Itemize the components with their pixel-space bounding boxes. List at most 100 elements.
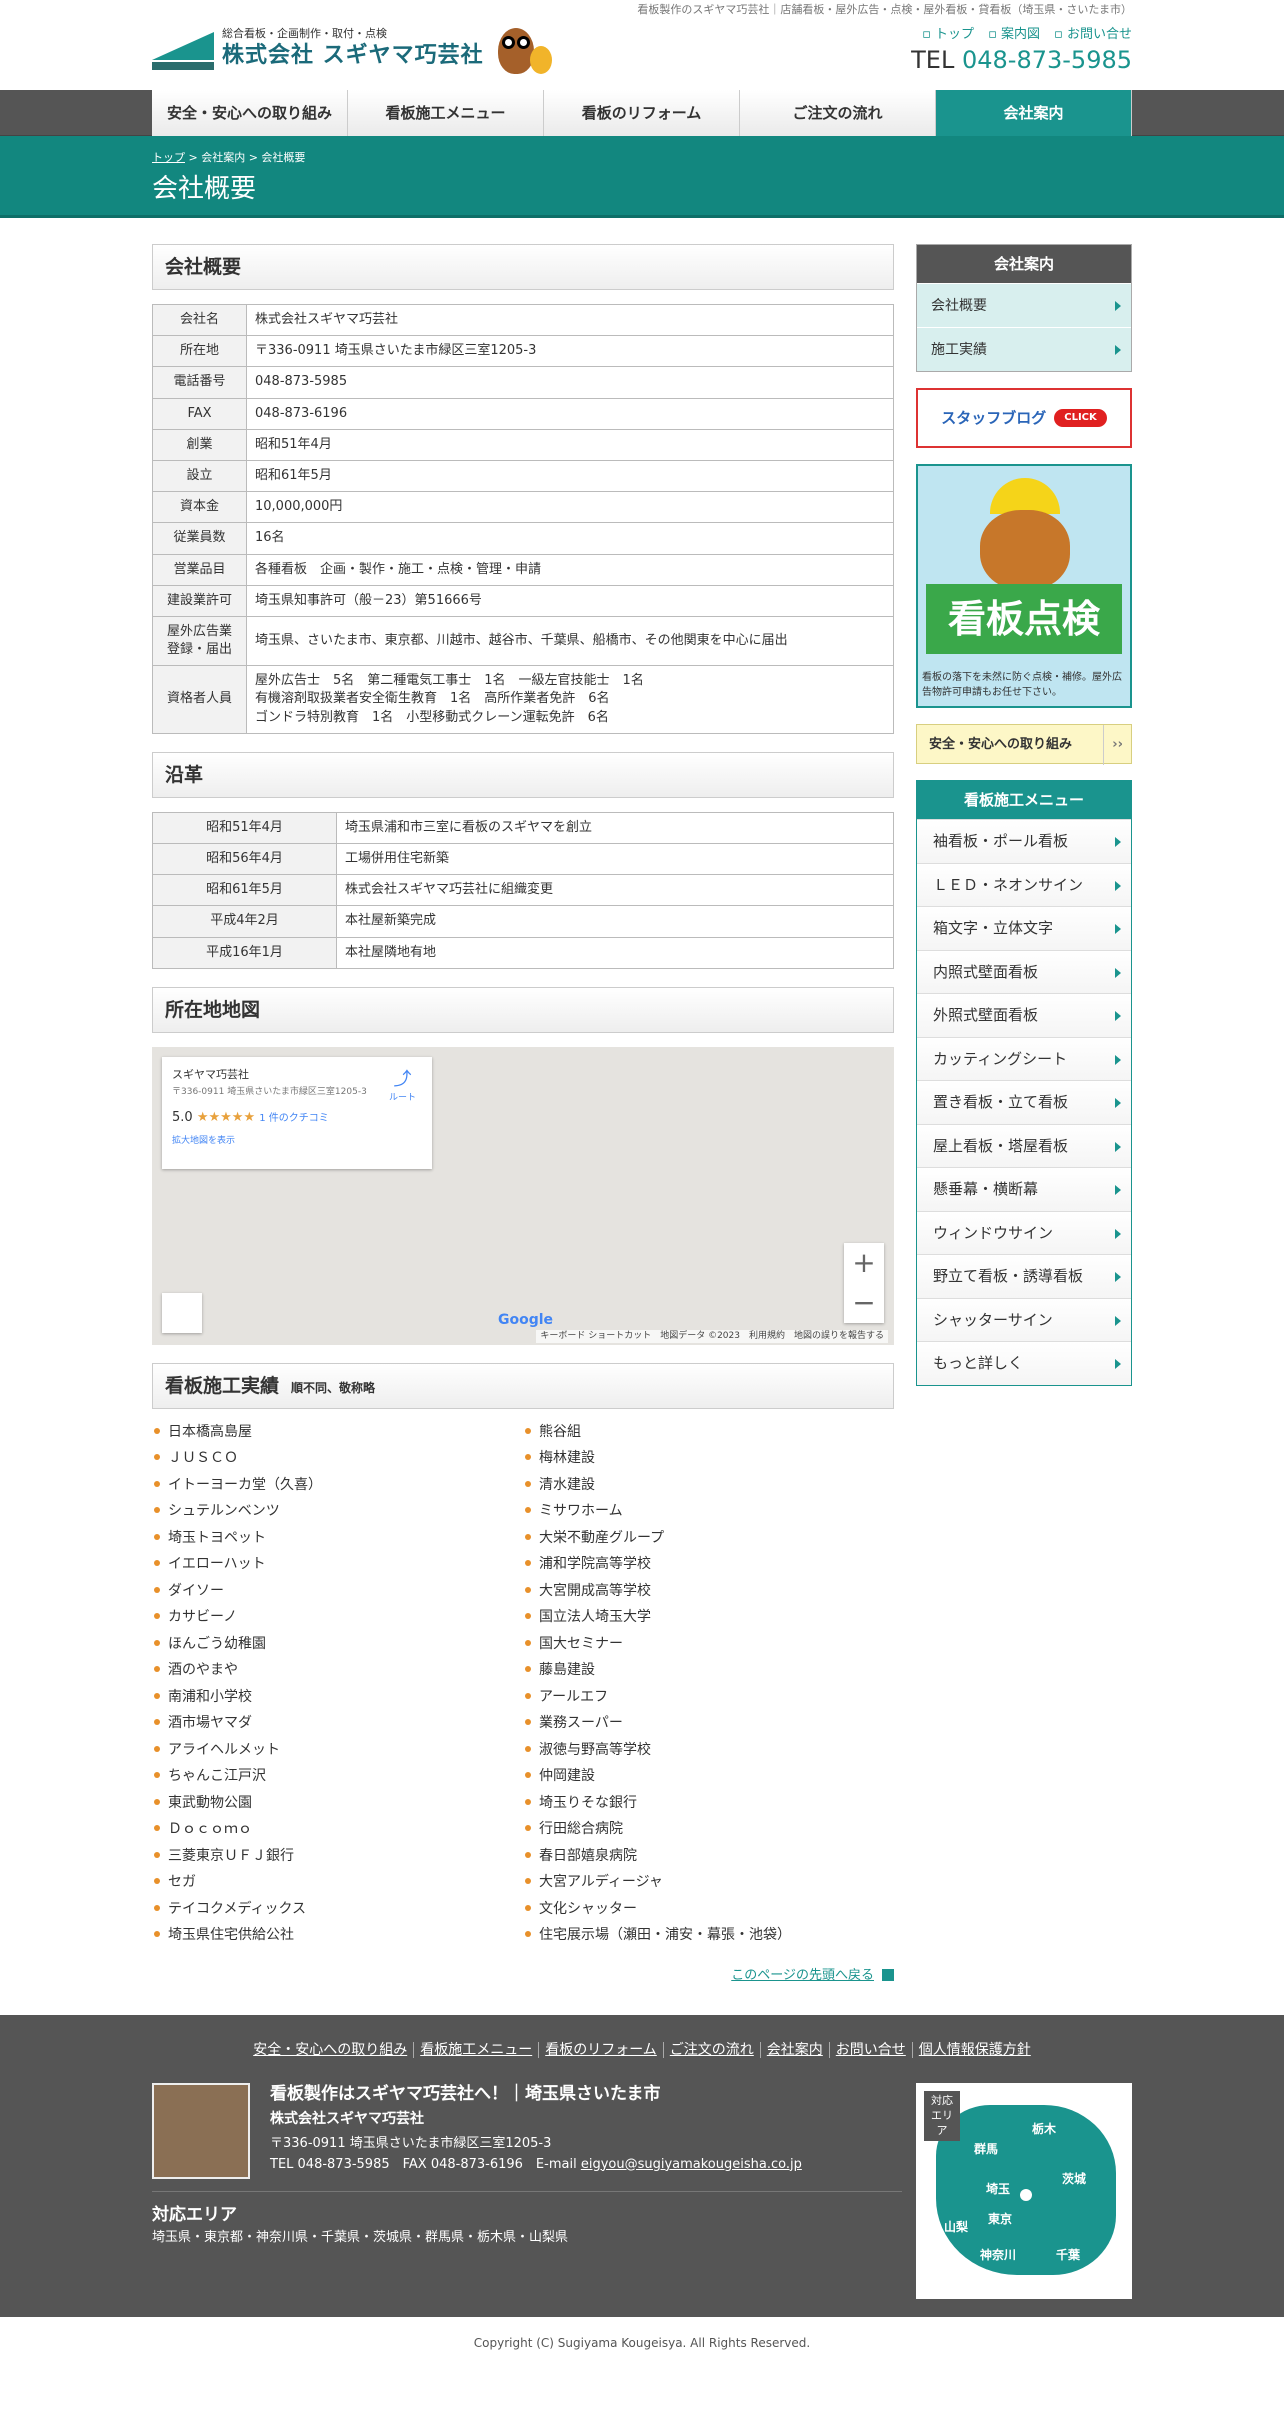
site-logo[interactable]: 総合看板・企画制作・取付・点検 株式会社 スギヤマ巧芸社	[152, 22, 552, 76]
row-key: 建設業許可	[152, 584, 247, 617]
sidebar-menu-item[interactable]: 袖看板・ポール看板	[917, 819, 1131, 863]
row-value: 昭和61年5月	[246, 459, 894, 493]
sidebar-menu-item[interactable]: ウィンドウサイン	[917, 1210, 1131, 1254]
nav-reform[interactable]: 看板のリフォーム	[544, 90, 740, 136]
footer-link[interactable]: 会社案内	[760, 2041, 830, 2058]
map-heading: 所在地地図	[152, 986, 894, 1033]
sidebar: 会社案内 会社概要 施工実績 スタッフブログ CLICK 看板点検 看板の落下を未…	[916, 244, 1132, 2015]
list-item: ダイソー	[152, 1582, 523, 1609]
table-row: 昭和56年4月 工場併用住宅新築	[152, 842, 894, 876]
table-row: 昭和61年5月 株式会社スギヤマ巧芸社に組織変更	[152, 874, 894, 907]
header-tagline: 看板製作のスギヤマ巧芸社｜店舗看板・屋外広告・点検・屋外看板・貸看板（埼玉県・さ…	[637, 3, 1132, 16]
list-item: Ｄｏｃｏｍｏ	[152, 1820, 523, 1847]
sidebar-menu-item[interactable]: 懸垂幕・横断幕	[917, 1167, 1131, 1211]
logo-subtitle: 総合看板・企画制作・取付・点検	[222, 26, 387, 40]
map-label: 対応エリア	[924, 2090, 960, 2141]
sidebar-menu-item[interactable]: もっと詳しく	[917, 1341, 1131, 1385]
nav-company[interactable]: 会社案内	[936, 90, 1132, 136]
list-item: 住宅展示場（瀬田・浦安・幕張・池袋）	[523, 1926, 894, 1953]
works-list-left: 日本橋高島屋 ＪＵＳＣＯ イトーヨーカ堂（久喜） シュテルンベンツ 埼玉トヨペット イエロ…	[152, 1423, 523, 1953]
header-link-top[interactable]: トップ	[922, 26, 974, 44]
sidebar-menu-item[interactable]: 内照式壁面看板	[917, 949, 1131, 993]
sidebar-item-overview[interactable]: 会社概要	[917, 283, 1131, 327]
list-item: イエローハット	[152, 1555, 523, 1582]
sidebar-menu: 看板施工メニュー 袖看板・ポール看板 ＬＥＤ・ネオンサイン 箱文字・立体文字 内照式壁…	[916, 780, 1132, 1386]
list-item: イトーヨーカ堂（久喜）	[152, 1476, 523, 1503]
works-heading: 看板施工実績 順不同、敬称略	[152, 1362, 894, 1409]
sidebar-menu-item[interactable]: 外照式壁面看板	[917, 993, 1131, 1037]
main-content: 会社概要 会社名 株式会社スギヤマ巧芸社 所在地 〒336-0911 埼玉県さいたま市…	[152, 244, 894, 2015]
header-link-map[interactable]: 案内図	[988, 26, 1040, 44]
list-item: 文化シャッター	[523, 1900, 894, 1927]
table-row: 屋外広告業登録・届出 埼玉県、さいたま市、東京都、川越市、越谷市、千葉県、船橋市、…	[152, 615, 894, 667]
list-item: 春日部嬉泉病院	[523, 1847, 894, 1874]
list-item: 埼玉県住宅供給公社	[152, 1926, 523, 1953]
row-key: 平成4年2月	[152, 905, 337, 938]
breadcrumb-home[interactable]: トップ	[152, 151, 185, 164]
row-value: 株式会社スギヤマ巧芸社に組織変更	[336, 874, 894, 907]
sidebar-menu-item[interactable]: 屋上看板・塔屋看板	[917, 1123, 1131, 1167]
row-key: 設立	[152, 459, 247, 493]
sidebar-menu-item[interactable]: ＬＥＤ・ネオンサイン	[917, 862, 1131, 906]
history-heading: 沿革	[152, 751, 894, 798]
sidebar-menu-item[interactable]: シャッターサイン	[917, 1297, 1131, 1341]
row-key: 所在地	[152, 335, 247, 368]
site-header: 看板製作のスギヤマ巧芸社｜店舗看板・屋外広告・点検・屋外看板・貸看板（埼玉県・さ…	[152, 0, 1132, 90]
pref-label: 群馬	[974, 2141, 999, 2156]
table-row: FAX 048-873-6196	[152, 397, 894, 430]
reviews-link[interactable]: 1 件のクチコミ	[259, 1113, 329, 1124]
street-view-button[interactable]	[162, 1292, 202, 1333]
sidebar-company-box: 会社案内 会社概要 施工実績	[916, 244, 1132, 372]
larger-map-link[interactable]: 拡大地図を表示	[172, 1135, 422, 1148]
area-text: 埼玉県・東京都・神奈川県・千葉県・茨城県・群馬県・栃木県・山梨県	[152, 2230, 569, 2246]
footer-link[interactable]: お問い合せ	[829, 2041, 913, 2058]
inspection-text: 看板の落下を未然に防ぐ点検・補修。屋外広告物許可申請もお任せ下さい。	[922, 672, 1122, 698]
list-item: 南浦和小学校	[152, 1688, 523, 1715]
list-item: アライヘルメット	[152, 1741, 523, 1768]
nav-safety[interactable]: 安全・安心への取り組み	[152, 90, 348, 136]
staff-blog-banner[interactable]: スタッフブログ CLICK	[916, 388, 1132, 448]
list-item: 浦和学院高等学校	[523, 1555, 894, 1582]
row-value: 株式会社スギヤマ巧芸社	[246, 303, 894, 337]
google-map[interactable]: スギヤマ巧芸社 〒336-0911 埼玉県さいたま市緑区三室1205-3 5.0…	[152, 1046, 894, 1345]
footer-link[interactable]: 個人情報保護方針	[913, 2042, 1037, 2058]
footer-link[interactable]: 看板のリフォーム	[539, 2041, 664, 2058]
sidebar-menu-item[interactable]: カッティングシート	[917, 1036, 1131, 1080]
area-heading: 対応エリア	[152, 2204, 237, 2225]
page-title: 会社概要	[152, 174, 257, 205]
sidebar-menu-heading: 看板施工メニュー	[917, 781, 1131, 819]
table-row: 電話番号 048-873-5985	[152, 366, 894, 399]
nav-menu[interactable]: 看板施工メニュー	[348, 90, 544, 136]
footer-link[interactable]: 安全・安心への取り組み	[247, 2041, 415, 2058]
list-item: 清水建設	[523, 1476, 894, 1503]
sidebar-menu-item[interactable]: 箱文字・立体文字	[917, 906, 1131, 950]
page-top-link[interactable]: このページの先頭へ戻る	[152, 1967, 894, 1985]
sidebar-menu-item[interactable]: 置き看板・立て看板	[917, 1080, 1131, 1124]
owl-mascot-icon	[980, 510, 1070, 590]
list-item: アールエフ	[523, 1688, 894, 1715]
sidebar-item-works[interactable]: 施工実績	[917, 327, 1131, 371]
header-link-contact[interactable]: お問い合せ	[1054, 26, 1132, 44]
map-attribution[interactable]: キーボード ショートカット 地図データ ©2023 利用規約 地図の誤りを報告す…	[536, 1330, 888, 1343]
sidebar-menu-item[interactable]: 野立て看板・誘導看板	[917, 1254, 1131, 1298]
row-key: 従業員数	[152, 522, 247, 555]
directions-button[interactable]: ⤴ ルート	[389, 1067, 416, 1105]
blog-click-badge: CLICK	[1054, 409, 1107, 427]
zoom-controls: + −	[844, 1242, 884, 1323]
global-nav: 安全・安心への取り組み 看板施工メニュー 看板のリフォーム ご注文の流れ 会社案…	[0, 90, 1284, 136]
zoom-out-button[interactable]: −	[844, 1283, 884, 1323]
copyright: Copyright (C) Sugiyama Kougeisya. All Ri…	[473, 2335, 811, 2350]
footer-link[interactable]: 看板施工メニュー	[414, 2041, 540, 2058]
zoom-in-button[interactable]: +	[844, 1243, 884, 1283]
footer-link[interactable]: ご注文の流れ	[663, 2041, 761, 2058]
list-item: 酒市場ヤマダ	[152, 1714, 523, 1741]
list-item: セガ	[152, 1873, 523, 1900]
footer-email-link[interactable]: eigyou@sugiyamakougeisha.co.jp	[581, 2157, 802, 2172]
inspection-banner[interactable]: 看板点検 看板の落下を未然に防ぐ点検・補修。屋外広告物許可申請もお任せ下さい。	[916, 464, 1132, 708]
helmet-icon	[990, 478, 1060, 514]
row-key: 営業品目	[152, 553, 247, 586]
nav-order-flow[interactable]: ご注文の流れ	[740, 90, 936, 136]
safety-banner[interactable]: 安全・安心への取り組み	[916, 724, 1132, 765]
row-key: 資格者人員	[152, 665, 247, 734]
logo-mark-icon	[152, 28, 214, 70]
